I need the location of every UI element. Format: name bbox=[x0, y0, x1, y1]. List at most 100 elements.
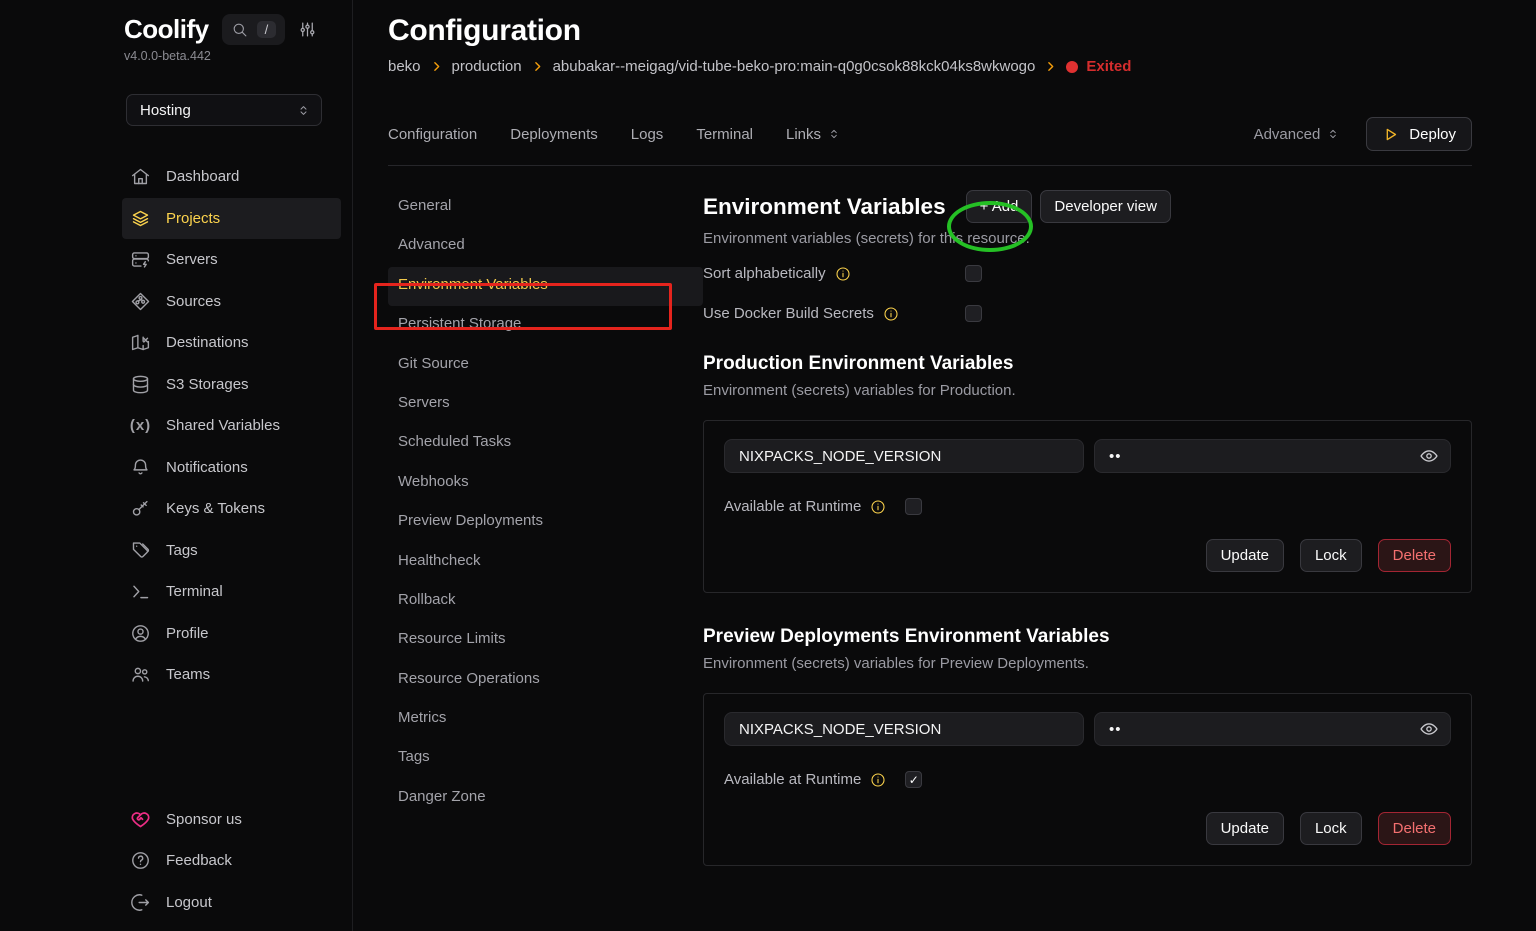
sidebar-item-label: Notifications bbox=[166, 459, 248, 476]
breadcrumb-environment[interactable]: production bbox=[452, 58, 522, 75]
sidebar-item-label: S3 Storages bbox=[166, 376, 249, 393]
env-var-card: Available at Runtime Update Lock Delete bbox=[703, 420, 1472, 593]
sort-alphabetically-checkbox[interactable] bbox=[965, 265, 982, 282]
docker-build-secrets-checkbox[interactable] bbox=[965, 305, 982, 322]
update-button[interactable]: Update bbox=[1206, 812, 1284, 845]
tab-deployments[interactable]: Deployments bbox=[510, 126, 598, 143]
tab-links[interactable]: Links bbox=[786, 126, 841, 143]
advanced-dropdown[interactable]: Advanced bbox=[1254, 126, 1341, 143]
developer-view-button[interactable]: Developer view bbox=[1040, 190, 1171, 223]
sidebar-item-feedback[interactable]: Feedback bbox=[122, 840, 341, 882]
section-title: Environment Variables bbox=[703, 194, 946, 220]
subnav-healthcheck[interactable]: Healthcheck bbox=[388, 543, 703, 582]
tab-configuration[interactable]: Configuration bbox=[388, 126, 477, 143]
var-name-input[interactable] bbox=[724, 439, 1084, 473]
sidebar-item-keys-tokens[interactable]: Keys & Tokens bbox=[122, 488, 341, 530]
coolify-app: Coolify / v4.0.0-beta.442 Hosting bbox=[0, 0, 1536, 931]
reveal-value-eye-icon[interactable] bbox=[1419, 719, 1439, 739]
available-at-runtime-checkbox[interactable] bbox=[905, 498, 922, 515]
sidebar-item-s3-storages[interactable]: S3 Storages bbox=[122, 364, 341, 406]
subnav-webhooks[interactable]: Webhooks bbox=[388, 464, 703, 503]
settings-sliders-icon[interactable] bbox=[298, 20, 317, 39]
sidebar-item-tags[interactable]: Tags bbox=[122, 530, 341, 572]
reveal-value-eye-icon[interactable] bbox=[1419, 446, 1439, 466]
tags-icon bbox=[130, 540, 151, 561]
sidebar-item-sources[interactable]: Sources bbox=[122, 281, 341, 323]
main-area: Configuration beko production abubakar--… bbox=[353, 0, 1536, 931]
sidebar-footer: Sponsor us Feedback Logout bbox=[122, 799, 341, 924]
sidebar-item-logout[interactable]: Logout bbox=[122, 882, 341, 924]
sidebar-item-label: Sources bbox=[166, 293, 221, 310]
tab-logs[interactable]: Logs bbox=[631, 126, 664, 143]
subnav-advanced[interactable]: Advanced bbox=[388, 227, 703, 266]
var-value-input[interactable] bbox=[1094, 439, 1451, 473]
sidebar-item-servers[interactable]: Servers bbox=[122, 239, 341, 281]
subnav-git-source[interactable]: Git Source bbox=[388, 346, 703, 385]
delete-button[interactable]: Delete bbox=[1378, 539, 1451, 572]
delete-button[interactable]: Delete bbox=[1378, 812, 1451, 845]
available-at-runtime-checkbox[interactable] bbox=[905, 771, 922, 788]
sidebar-item-projects[interactable]: Projects bbox=[122, 198, 341, 240]
subnav-rollback[interactable]: Rollback bbox=[388, 582, 703, 621]
team-select[interactable]: Hosting bbox=[126, 94, 322, 126]
status-dot-icon bbox=[1066, 61, 1078, 73]
page-title: Configuration bbox=[388, 14, 1472, 48]
info-icon bbox=[870, 499, 886, 515]
lock-button[interactable]: Lock bbox=[1300, 539, 1362, 572]
sidebar-item-dashboard[interactable]: Dashboard bbox=[122, 156, 341, 198]
subnav-persistent-storage[interactable]: Persistent Storage bbox=[388, 306, 703, 345]
subnav-tags[interactable]: Tags bbox=[388, 739, 703, 778]
production-section-description: Environment (secrets) variables for Prod… bbox=[703, 382, 1472, 399]
subnav-preview-deployments[interactable]: Preview Deployments bbox=[388, 503, 703, 542]
search-button[interactable]: / bbox=[222, 14, 286, 45]
bell-icon bbox=[130, 457, 151, 478]
database-icon bbox=[130, 374, 151, 395]
preview-env-section: Preview Deployments Environment Variable… bbox=[703, 626, 1472, 866]
subnav-servers[interactable]: Servers bbox=[388, 385, 703, 424]
search-shortcut-key: / bbox=[257, 21, 277, 38]
available-at-runtime-label: Available at Runtime bbox=[724, 771, 861, 788]
docker-build-secrets-label: Use Docker Build Secrets bbox=[703, 305, 874, 322]
sidebar-item-profile[interactable]: Profile bbox=[122, 613, 341, 655]
deploy-button[interactable]: Deploy bbox=[1366, 117, 1472, 151]
lock-button[interactable]: Lock bbox=[1300, 812, 1362, 845]
sidebar-item-label: Feedback bbox=[166, 852, 232, 869]
sidebar-item-label: Terminal bbox=[166, 583, 223, 600]
subnav-danger-zone[interactable]: Danger Zone bbox=[388, 779, 703, 818]
subnav-environment-variables[interactable]: Environment Variables bbox=[388, 267, 703, 306]
info-icon bbox=[883, 306, 899, 322]
var-name-input[interactable] bbox=[724, 712, 1084, 746]
sidebar-item-label: Dashboard bbox=[166, 168, 239, 185]
sidebar-item-label: Projects bbox=[166, 210, 220, 227]
breadcrumb-team[interactable]: beko bbox=[388, 58, 421, 75]
sidebar-nav: Dashboard Projects Servers Sources Desti… bbox=[122, 156, 341, 696]
status-text: Exited bbox=[1086, 58, 1131, 75]
update-button[interactable]: Update bbox=[1206, 539, 1284, 572]
search-icon bbox=[231, 21, 248, 38]
sidebar-item-sponsor[interactable]: Sponsor us bbox=[122, 799, 341, 841]
available-at-runtime-row: Available at Runtime bbox=[724, 771, 1451, 788]
production-section-title: Production Environment Variables bbox=[703, 353, 1472, 375]
subnav-scheduled-tasks[interactable]: Scheduled Tasks bbox=[388, 424, 703, 463]
available-at-runtime-row: Available at Runtime bbox=[724, 498, 1451, 515]
subnav-resource-limits[interactable]: Resource Limits bbox=[388, 621, 703, 660]
sidebar-item-shared-variables[interactable]: (x) Shared Variables bbox=[122, 405, 341, 447]
var-value-input[interactable] bbox=[1094, 712, 1451, 746]
subnav-general[interactable]: General bbox=[388, 188, 703, 227]
subnav-resource-operations[interactable]: Resource Operations bbox=[388, 661, 703, 700]
add-variable-button[interactable]: + Add bbox=[966, 190, 1033, 223]
sidebar-item-teams[interactable]: Teams bbox=[122, 654, 341, 696]
sidebar-header: Coolify / v4.0.0-beta.442 Hosting bbox=[0, 0, 352, 126]
deploy-label: Deploy bbox=[1409, 126, 1456, 143]
sidebar-item-label: Sponsor us bbox=[166, 811, 242, 828]
subnav-metrics[interactable]: Metrics bbox=[388, 700, 703, 739]
sidebar-item-label: Tags bbox=[166, 542, 198, 559]
key-icon bbox=[130, 498, 151, 519]
breadcrumb-resource[interactable]: abubakar--meigag/vid-tube-beko-pro:main-… bbox=[553, 58, 1036, 75]
variable-icon: (x) bbox=[130, 415, 151, 436]
status-badge: Exited bbox=[1066, 58, 1131, 75]
tab-terminal[interactable]: Terminal bbox=[696, 126, 753, 143]
sidebar-item-notifications[interactable]: Notifications bbox=[122, 447, 341, 489]
sidebar-item-terminal[interactable]: Terminal bbox=[122, 571, 341, 613]
sidebar-item-destinations[interactable]: Destinations bbox=[122, 322, 341, 364]
